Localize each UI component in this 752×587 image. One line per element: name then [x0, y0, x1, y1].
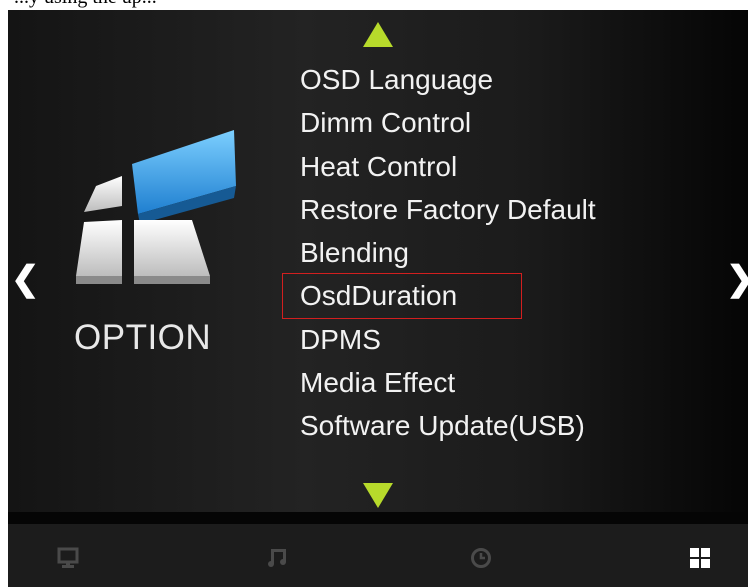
divider — [8, 512, 748, 524]
monitor-icon[interactable] — [56, 546, 80, 570]
menu-item-heat-control[interactable]: Heat Control — [300, 145, 596, 188]
cropped-caption: ...y using the up... — [14, 0, 157, 9]
bottom-category-bar — [8, 524, 748, 587]
option-tiles-icon — [76, 130, 236, 284]
scroll-up-arrow-icon[interactable] — [363, 22, 393, 47]
previous-category-chevron-icon[interactable]: ❮ — [11, 262, 40, 296]
top-cropped-text: ...y using the up... — [0, 0, 752, 10]
osd-menu-screen: ❮ ❯ OPTION OSD Language Dimm Control Hea… — [8, 10, 748, 587]
menu-item-dimm-control[interactable]: Dimm Control — [300, 101, 596, 144]
menu-item-blending[interactable]: Blending — [300, 231, 596, 274]
next-category-chevron-icon[interactable]: ❯ — [726, 262, 748, 296]
menu-item-software-update-usb[interactable]: Software Update(USB) — [300, 404, 596, 447]
menu-item-media-effect[interactable]: Media Effect — [300, 361, 596, 404]
category-title: OPTION — [74, 318, 212, 357]
menu-item-restore-factory-default[interactable]: Restore Factory Default — [300, 188, 596, 231]
grid-icon[interactable] — [688, 546, 712, 570]
menu-item-dpms[interactable]: DPMS — [300, 318, 596, 361]
menu-item-osd-duration[interactable]: OsdDuration — [282, 273, 522, 319]
clock-icon[interactable] — [469, 546, 493, 570]
option-menu-list: OSD Language Dimm Control Heat Control R… — [282, 58, 596, 448]
menu-item-osd-language[interactable]: OSD Language — [300, 58, 596, 101]
scroll-down-arrow-icon[interactable] — [363, 483, 393, 508]
music-icon[interactable] — [266, 546, 290, 570]
